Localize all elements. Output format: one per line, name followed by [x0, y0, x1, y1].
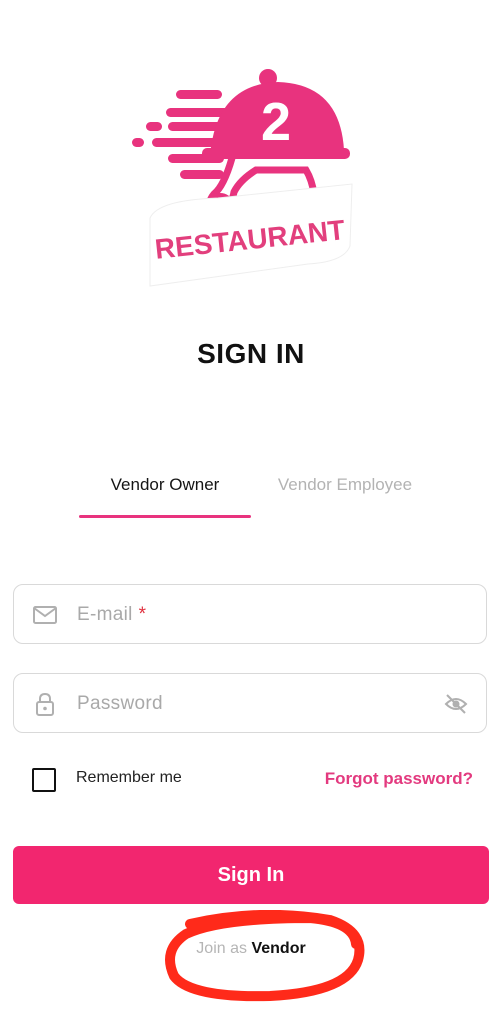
role-tabs: Vendor Owner Vendor Employee [79, 468, 439, 520]
eye-off-icon[interactable] [444, 693, 468, 715]
active-tab-indicator [79, 515, 251, 518]
lock-icon [36, 692, 54, 716]
required-asterisk: * [138, 604, 147, 625]
password-placeholder: Password [77, 693, 163, 714]
join-as-vendor: Join as Vendor [0, 940, 502, 958]
forgot-password-link[interactable]: Forgot password? [325, 769, 473, 789]
email-field[interactable]: E-mail * [13, 584, 487, 644]
logo-number: 2 [261, 92, 291, 152]
remember-me-checkbox[interactable] [32, 768, 56, 792]
join-vendor-link[interactable]: Vendor [251, 940, 305, 957]
tab-vendor-employee[interactable]: Vendor Employee [251, 468, 439, 518]
restaurant-2-logo: 2 RESTAURANT [132, 69, 353, 287]
sign-in-button[interactable]: Sign In [13, 846, 489, 904]
tab-vendor-owner[interactable]: Vendor Owner [79, 468, 251, 518]
page-title: SIGN IN [197, 338, 305, 369]
mail-icon [33, 606, 57, 624]
password-field[interactable]: Password [13, 673, 487, 733]
remember-me-label: Remember me [76, 769, 182, 786]
join-prefix: Join as [196, 940, 247, 957]
email-placeholder: E-mail * [77, 604, 147, 625]
